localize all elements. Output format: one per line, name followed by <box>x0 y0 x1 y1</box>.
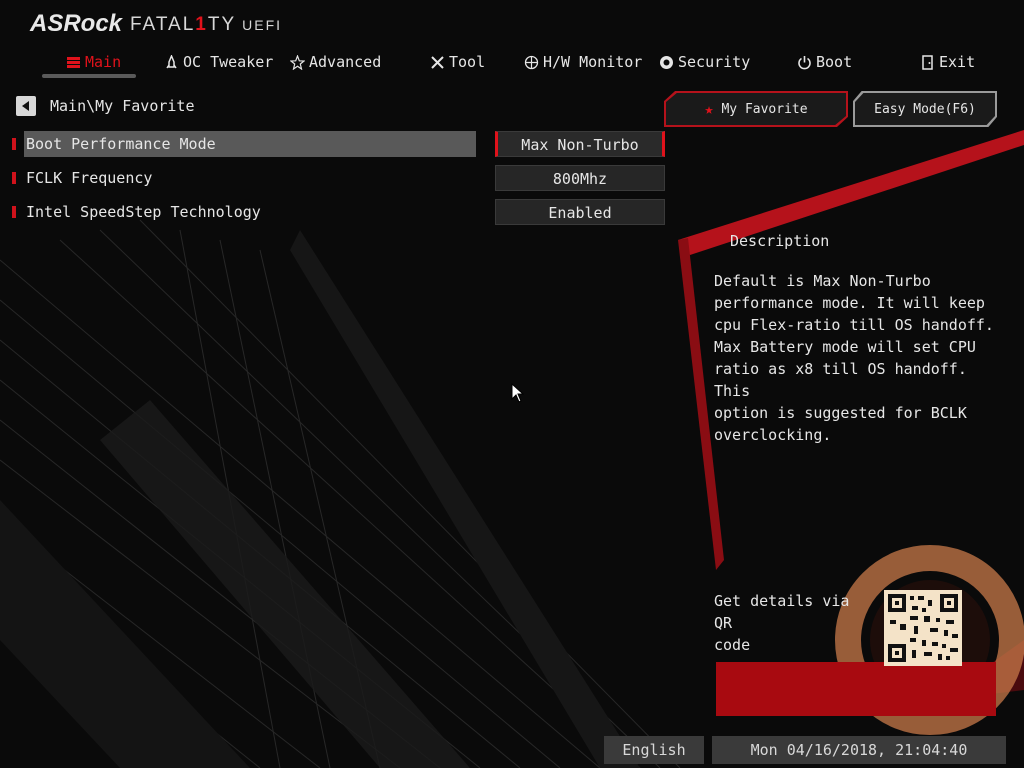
fatality-logo: FATAL1TY UEFI <box>130 14 283 35</box>
qr-hint: Get details via QR code <box>714 592 850 654</box>
rocket-icon <box>166 54 177 68</box>
intel-speedstep-value[interactable]: Enabled <box>495 199 665 225</box>
shield-icon <box>660 55 673 69</box>
door-icon <box>922 54 933 70</box>
easy-mode-button[interactable]: Easy Mode(F6) <box>853 91 997 127</box>
star-icon: ★ <box>704 100 714 118</box>
crosshair-icon <box>524 55 539 69</box>
qr-banner <box>716 662 996 716</box>
row-marker <box>12 138 16 150</box>
setting-label: Intel SpeedStep Technology <box>26 203 261 221</box>
my-favorite-button[interactable]: ★ My Favorite <box>664 91 848 127</box>
tab-exit[interactable]: Exit <box>920 48 975 76</box>
setting-fclk-frequency[interactable]: FCLK Frequency <box>12 165 152 191</box>
tab-tool[interactable]: Tool <box>430 48 485 76</box>
back-button[interactable] <box>16 96 36 116</box>
tab-oc-tweaker[interactable]: OC Tweaker <box>164 48 273 76</box>
top-nav: Main OC Tweaker Advanced Tool H/W Monito… <box>0 48 1024 78</box>
description-text: Default is Max Non-Turbo performance mod… <box>714 272 994 444</box>
mouse-cursor-icon <box>511 383 525 403</box>
breadcrumb-path: Main\My Favorite <box>50 97 195 115</box>
description-title: Description <box>730 232 830 250</box>
breadcrumb: Main\My Favorite <box>16 95 195 117</box>
setting-label: Boot Performance Mode <box>24 131 476 157</box>
wrench-icon <box>431 55 444 69</box>
active-tab-indicator <box>42 74 136 78</box>
date-time-display: Mon 04/16/2018, 21:04:40 <box>712 736 1006 764</box>
tab-advanced[interactable]: Advanced <box>290 48 381 76</box>
boot-performance-mode-value[interactable]: Max Non-Turbo Per... <box>495 131 665 180</box>
row-marker <box>12 172 16 184</box>
tab-hw-monitor[interactable]: H/W Monitor <box>524 48 642 76</box>
tab-boot[interactable]: Boot <box>797 48 852 76</box>
language-button[interactable]: English <box>604 736 704 764</box>
asrock-logo: ASRock <box>30 10 123 37</box>
setting-boot-performance-mode[interactable]: Boot Performance Mode <box>12 131 476 157</box>
star-icon <box>290 54 305 70</box>
setting-intel-speedstep[interactable]: Intel SpeedStep Technology <box>12 199 261 225</box>
setting-label: FCLK Frequency <box>26 169 153 187</box>
fclk-frequency-value[interactable]: 800Mhz <box>495 165 665 191</box>
list-icon <box>67 56 80 68</box>
row-marker <box>12 206 16 218</box>
tab-main[interactable]: Main <box>66 48 121 76</box>
tab-security[interactable]: Security <box>659 48 750 76</box>
qr-code-icon <box>884 590 962 666</box>
power-icon <box>798 55 811 69</box>
